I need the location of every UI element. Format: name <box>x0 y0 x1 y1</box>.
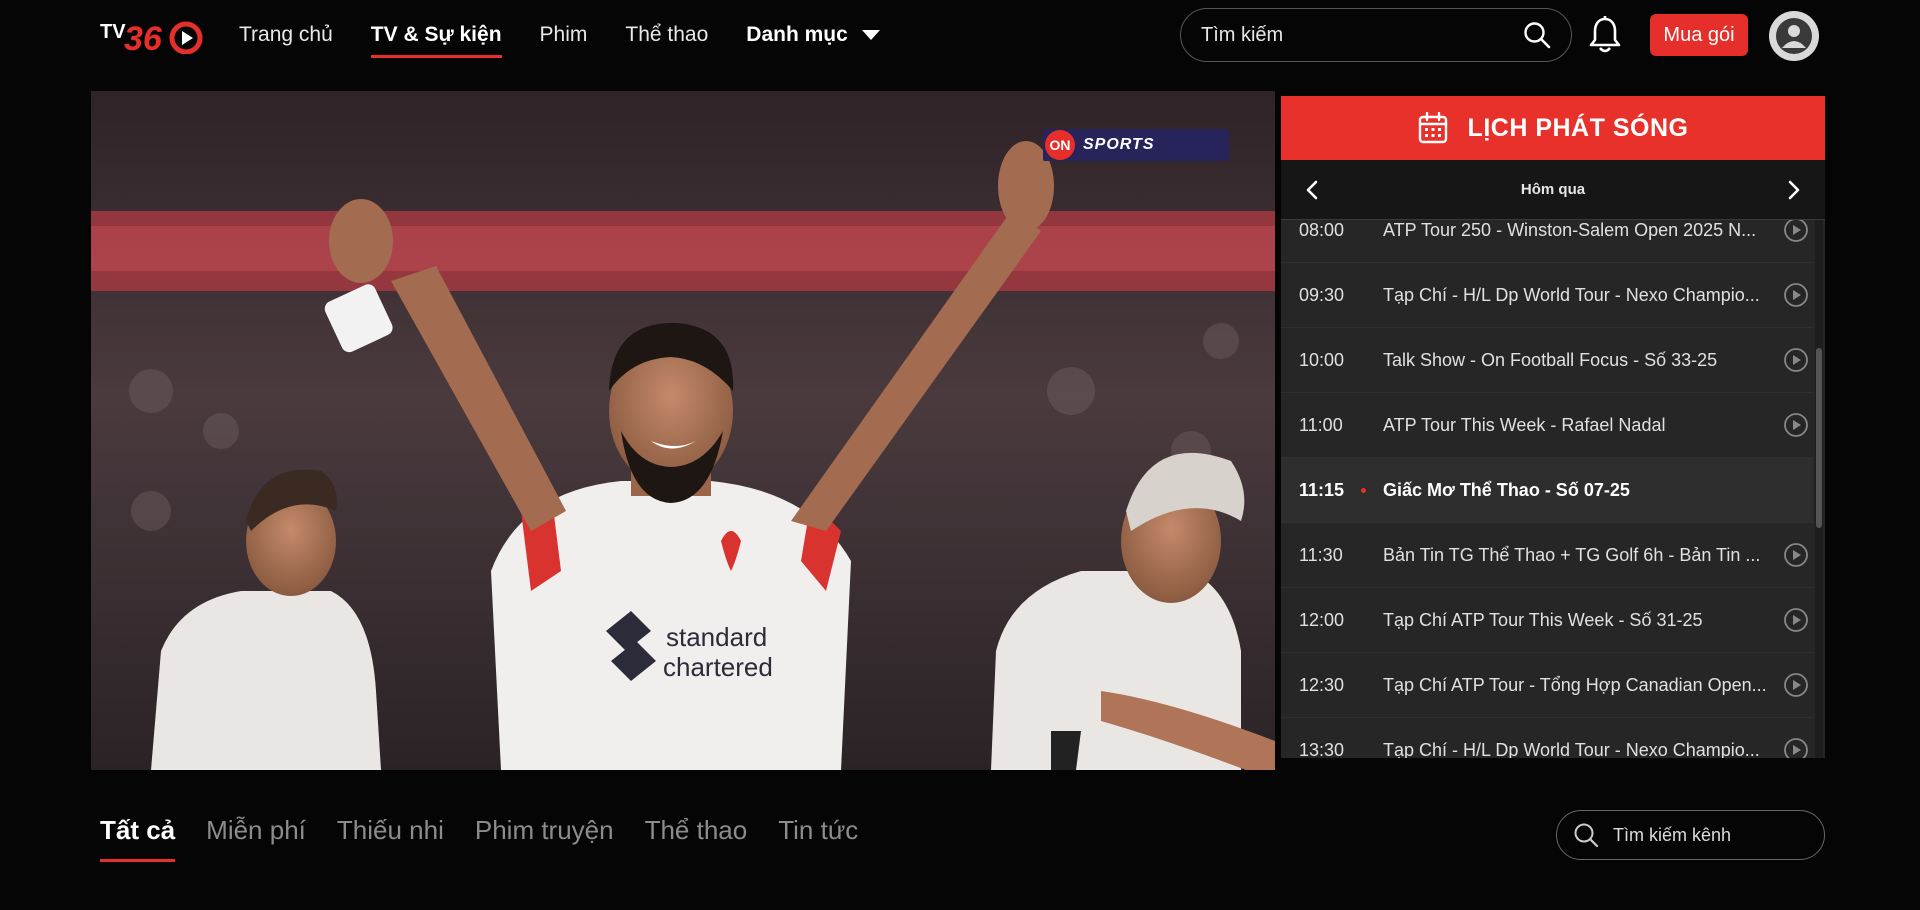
schedule-item-time: 08:00 <box>1299 220 1345 240</box>
tab-label: Tin tức <box>778 814 859 845</box>
calendar-icon <box>1418 112 1447 144</box>
tab-news[interactable]: Tin tức <box>778 790 858 870</box>
caret-down-icon <box>861 30 880 40</box>
top-header: TV 36 Trang chủ TV & Sự kiện Phim Thể th… <box>0 0 1920 70</box>
tab-label: Phim truyện <box>474 814 614 845</box>
channel-logo: ON SPORTS <box>1043 129 1229 161</box>
schedule-item[interactable]: 09:30 Tạp Chí - H/L Dp World Tour - Nexo… <box>1281 263 1813 328</box>
play-circle-icon[interactable] <box>1783 542 1809 568</box>
tab-sports[interactable]: Thể thao <box>645 790 748 870</box>
play-circle-icon[interactable] <box>1783 412 1809 438</box>
search-placeholder: Tìm kiếm <box>1201 23 1284 46</box>
schedule-item-title: Tạp Chí - H/L Dp World Tour - Nexo Champ… <box>1383 739 1760 759</box>
schedule-item-time: 13:30 <box>1299 739 1345 759</box>
nav-item-label: Danh mục <box>746 23 848 46</box>
tab-series[interactable]: Phim truyện <box>475 790 614 870</box>
svg-text:36: 36 <box>124 20 163 54</box>
schedule-item-title: Tạp Chí - H/L Dp World Tour - Nexo Champ… <box>1383 284 1760 305</box>
live-dot-icon <box>1361 488 1366 493</box>
tab-label: Tất cả <box>100 814 176 845</box>
schedule-item-title: Bản Tin TG Thể Thao + TG Golf 6h - Bản T… <box>1383 544 1761 565</box>
tab-label: Thiếu nhi <box>336 814 444 845</box>
svg-text:standard: standard <box>666 622 767 652</box>
svg-text:TV: TV <box>100 21 126 43</box>
schedule-item-time: 12:30 <box>1299 674 1345 695</box>
schedule-item-current[interactable]: 11:15 Giấc Mơ Thể Thao - Số 07-25 <box>1281 458 1813 523</box>
svg-text:chartered: chartered <box>663 652 773 682</box>
nav-item-label: Trang chủ <box>239 23 333 46</box>
play-circle-icon[interactable] <box>1783 607 1809 633</box>
schedule-item-title: Giấc Mơ Thể Thao - Số 07-25 <box>1383 479 1630 500</box>
channel-category-tabs: Tất cả Miễn phí Thiếu nhi Phim truyện Th… <box>100 790 889 870</box>
search-input[interactable]: Tìm kiếm <box>1180 8 1572 62</box>
schedule-item[interactable]: 08:00 ATP Tour 250 - Winston-Salem Open … <box>1281 220 1813 263</box>
video-player[interactable]: standard chartered ON SPORTS <box>91 91 1275 770</box>
tab-label: Thể thao <box>644 814 748 845</box>
schedule-title: LỊCH PHÁT SÓNG <box>1467 113 1689 142</box>
schedule-header: LỊCH PHÁT SÓNG <box>1281 96 1825 160</box>
schedule-item[interactable]: 11:30 Bản Tin TG Thể Thao + TG Golf 6h -… <box>1281 523 1813 588</box>
chevron-left-icon[interactable] <box>1301 178 1325 202</box>
schedule-item-title: Tạp Chí ATP Tour - Tổng Hợp Canadian Ope… <box>1383 674 1767 695</box>
nav-item-label: TV & Sự kiện <box>370 23 502 46</box>
play-circle-icon[interactable] <box>1783 282 1809 308</box>
schedule-item-time: 11:30 <box>1299 544 1343 565</box>
scrollbar-thumb[interactable] <box>1816 348 1822 528</box>
main-nav: Trang chủ TV & Sự kiện Phim Thể thao Dan… <box>239 0 918 70</box>
schedule-item[interactable]: 12:30 Tạp Chí ATP Tour - Tổng Hợp Canadi… <box>1281 653 1813 718</box>
nav-item-label: Phim <box>539 23 588 46</box>
schedule-item-time: 12:00 <box>1299 609 1345 630</box>
search-icon <box>1574 823 1599 848</box>
schedule-list: 08:00 ATP Tour 250 - Winston-Salem Open … <box>1281 220 1825 758</box>
nav-item-categories[interactable]: Danh mục <box>746 0 880 70</box>
schedule-item-title: Tạp Chí ATP Tour This Week - Số 31-25 <box>1383 609 1703 630</box>
schedule-item[interactable]: 11:00 ATP Tour This Week - Rafael Nadal <box>1281 393 1813 458</box>
bell-icon[interactable] <box>1588 16 1622 54</box>
schedule-item[interactable]: 13:30 Tạp Chí - H/L Dp World Tour - Nexo… <box>1281 718 1813 758</box>
video-frame-image: standard chartered <box>91 91 1275 770</box>
channel-search-placeholder: Tìm kiếm kênh <box>1613 824 1732 845</box>
schedule-item[interactable]: 12:00 Tạp Chí ATP Tour This Week - Số 31… <box>1281 588 1813 653</box>
nav-item-sports[interactable]: Thể thao <box>625 0 708 70</box>
play-circle-icon[interactable] <box>1783 347 1809 373</box>
schedule-item-time: 10:00 <box>1299 349 1345 370</box>
schedule-item-time: 11:15 <box>1299 479 1345 500</box>
nav-item-tv-events[interactable]: TV & Sự kiện <box>370 0 502 70</box>
broadcast-schedule-panel: LỊCH PHÁT SÓNG Hôm qua 08:00 ATP Tour 25… <box>1281 96 1825 758</box>
play-circle-icon[interactable] <box>1783 737 1809 758</box>
channel-search-input[interactable]: Tìm kiếm kênh <box>1556 810 1825 860</box>
play-circle-icon[interactable] <box>1783 220 1809 243</box>
nav-item-movies[interactable]: Phim <box>540 0 588 70</box>
schedule-item-title: Talk Show - On Football Focus - Số 33-25 <box>1383 349 1718 370</box>
search-icon[interactable] <box>1523 21 1551 49</box>
schedule-item-time: 11:00 <box>1299 414 1343 435</box>
channel-logo-text: SPORTS <box>1083 136 1155 153</box>
schedule-day-label: Hôm qua <box>1520 181 1586 198</box>
schedule-item-title: ATP Tour This Week - Rafael Nadal <box>1383 414 1666 435</box>
schedule-scrollbar[interactable] <box>1815 220 1823 758</box>
schedule-item-time: 09:30 <box>1299 284 1345 305</box>
schedule-item[interactable]: 10:00 Talk Show - On Football Focus - Số… <box>1281 328 1813 393</box>
tab-all[interactable]: Tất cả <box>100 790 176 870</box>
user-avatar-icon[interactable] <box>1768 10 1820 62</box>
tab-free[interactable]: Miễn phí <box>206 790 306 870</box>
nav-item-label: Thể thao <box>625 23 709 46</box>
tab-label: Miễn phí <box>206 814 306 845</box>
buy-package-button[interactable]: Mua gói <box>1650 14 1748 56</box>
schedule-item-title: ATP Tour 250 - Winston-Salem Open 2025 N… <box>1383 220 1757 240</box>
play-circle-icon[interactable] <box>1783 672 1809 698</box>
channel-logo-badge: ON <box>1045 130 1075 160</box>
tab-kids[interactable]: Thiếu nhi <box>337 790 444 870</box>
schedule-day-selector: Hôm qua <box>1281 160 1825 220</box>
chevron-right-icon[interactable] <box>1781 178 1805 202</box>
nav-item-home[interactable]: Trang chủ <box>239 0 333 70</box>
tv360-logo[interactable]: TV 36 <box>100 16 204 54</box>
